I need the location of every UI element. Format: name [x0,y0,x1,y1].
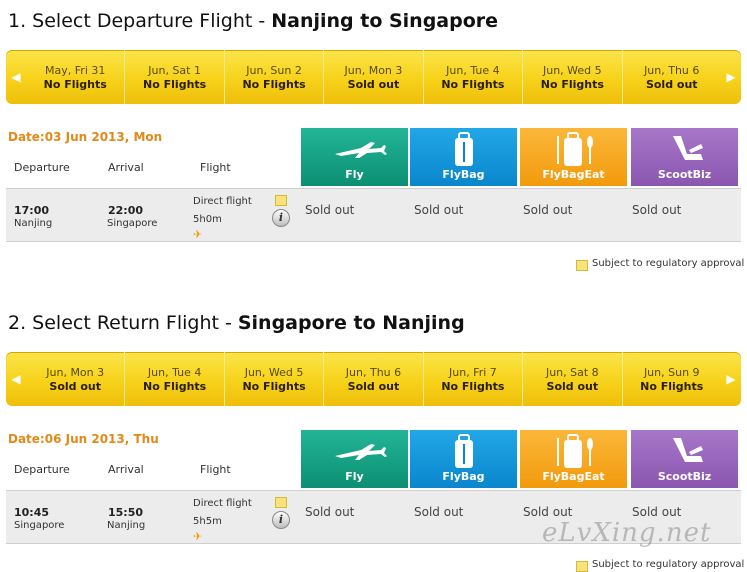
col-departure: Departure [14,463,70,476]
fare-label: FlyBagEat [542,470,605,483]
regulatory-note: Subject to regulatory approval [592,258,745,269]
fare-status: Sold out [632,505,682,519]
col-arrival: Arrival [108,161,144,174]
regulatory-note: Subject to regulatory approval [592,559,745,570]
date-option[interactable]: Jun, Sat 8 Sold out [523,352,623,406]
watermark: eLvXing.net [542,518,712,548]
next-dates-arrow-icon[interactable]: ▶ [721,50,741,104]
airline-plane-icon: ✈ [193,530,203,543]
fare-status: Sold out [523,203,573,217]
fare-flybag-tile[interactable]: FlyBag [410,430,517,488]
col-flight: Flight [200,463,231,476]
flight-duration: 5h0m [193,214,222,225]
seat-icon [673,438,703,462]
luggage-icon [455,434,473,468]
date-option[interactable]: Jun, Thu 6 Sold out [324,352,424,406]
departure-city: Nanjing [14,218,53,229]
fare-status: Sold out [632,203,682,217]
fare-status: Sold out [305,505,355,519]
fare-scootbiz-tile[interactable]: ScootBiz [631,128,738,186]
fare-status: Sold out [523,505,573,519]
regulatory-note-icon [275,195,287,206]
date-option[interactable]: Jun, Mon 3 Sold out [26,352,126,406]
step-label: 2. Select Return Flight - [8,312,232,334]
departure-city: Singapore [14,520,65,531]
step-label: 1. Select Departure Flight - [8,10,266,32]
arrival-time: 15:50 [108,506,144,519]
col-flight: Flight [200,161,231,174]
regulatory-note-icon [275,497,287,508]
prev-dates-arrow-icon[interactable]: ◀ [6,352,26,406]
fare-status: Sold out [414,203,464,217]
date-option[interactable]: Jun, Fri 7 No Flights [424,352,524,406]
flight-row: 17:00 Nanjing 22:00 Singapore Direct fli… [6,188,741,242]
fare-label: Fly [345,470,364,483]
fare-status: Sold out [305,203,355,217]
departure-date-bar: ◀ May, Fri 31 No Flights Jun, Sat 1 No Fli… [6,50,741,104]
luggage-icon [455,132,473,166]
regulatory-note-icon [576,260,588,271]
date-option[interactable]: Jun, Mon 3 Sold out [324,50,424,104]
fare-label: ScootBiz [657,168,712,181]
departure-title: 1. Select Departure Flight - Nanjing to S… [8,10,498,32]
fare-label: ScootBiz [657,470,712,483]
arrival-city: Nanjing [107,520,146,531]
flight-type: Direct flight [193,196,252,207]
fare-label: Fly [345,168,364,181]
date-option[interactable]: Jun, Thu 6 Sold out [623,50,721,104]
date-option[interactable]: Jun, Tue 4 No Flights [424,50,524,104]
fare-label: FlyBagEat [542,168,605,181]
airline-plane-icon: ✈ [193,228,203,241]
seat-icon [673,136,703,160]
date-option[interactable]: Jun, Wed 5 No Flights [225,352,325,406]
date-option[interactable]: Jun, Sun 2 No Flights [225,50,325,104]
return-date-bar: ◀ Jun, Mon 3 Sold out Jun, Tue 4 No Flight… [6,352,741,406]
fare-fly-tile[interactable]: Fly [301,128,408,186]
plane-icon [335,444,387,460]
fare-flybag-tile[interactable]: FlyBag [410,128,517,186]
fare-flybageat-tile[interactable]: FlyBagEat [520,430,627,488]
fare-label: FlyBag [442,168,485,181]
flight-type: Direct flight [193,498,252,509]
next-dates-arrow-icon[interactable]: ▶ [721,352,741,406]
route-label: Singapore to Nanjing [237,312,465,334]
fare-scootbiz-tile[interactable]: ScootBiz [631,430,738,488]
date-option[interactable]: Jun, Sat 1 No Flights [125,50,225,104]
departure-time: 10:45 [14,506,50,519]
arrival-city: Singapore [107,218,158,229]
fare-flybageat-tile[interactable]: FlyBagEat [520,128,627,186]
luggage-meal-icon [557,132,593,166]
arrival-time: 22:00 [108,204,144,217]
plane-icon [335,142,387,158]
route-label: Nanjing to Singapore [271,10,499,32]
info-icon[interactable]: i [272,209,290,227]
col-arrival: Arrival [108,463,144,476]
flight-date: Date:03 Jun 2013, Mon [8,130,163,144]
info-icon[interactable]: i [272,511,290,529]
fare-fly-tile[interactable]: Fly [301,430,408,488]
departure-time: 17:00 [14,204,50,217]
flight-date: Date:06 Jun 2013, Thu [8,432,159,446]
return-title: 2. Select Return Flight - Singapore to Na… [8,312,465,334]
date-option[interactable]: Jun, Sun 9 No Flights [623,352,721,406]
date-option[interactable]: Jun, Tue 4 No Flights [125,352,225,406]
date-option[interactable]: May, Fri 31 No Flights [26,50,126,104]
fare-status: Sold out [414,505,464,519]
flight-duration: 5h5m [193,516,222,527]
prev-dates-arrow-icon[interactable]: ◀ [6,50,26,104]
col-departure: Departure [14,161,70,174]
fare-label: FlyBag [442,470,485,483]
luggage-meal-icon [557,434,593,468]
date-option[interactable]: Jun, Wed 5 No Flights [523,50,623,104]
